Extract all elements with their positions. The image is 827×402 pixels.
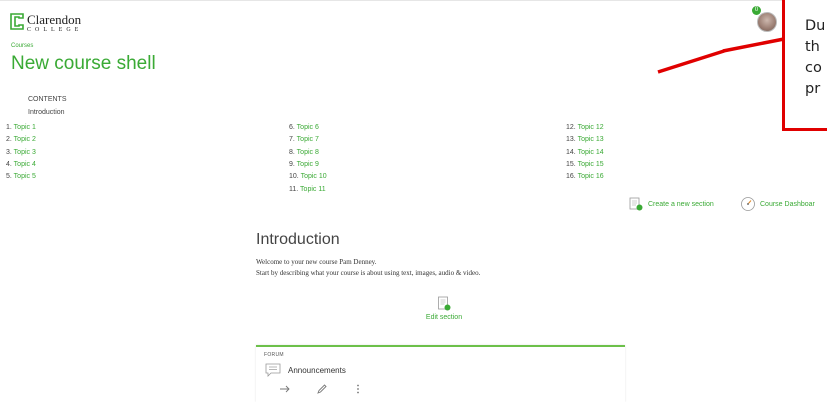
annotation-arrow xyxy=(657,37,785,74)
annotation-text: Du th co pr xyxy=(805,18,826,97)
